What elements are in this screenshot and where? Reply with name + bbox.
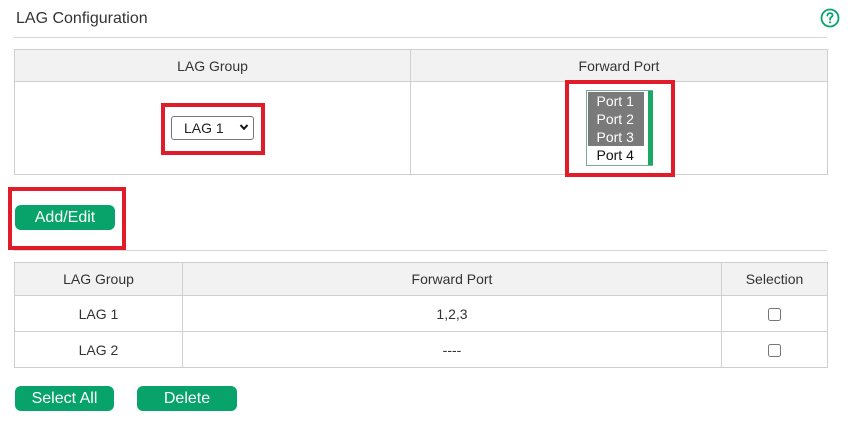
row-select-checkbox[interactable] (768, 344, 781, 358)
row-selection-cell (721, 295, 828, 332)
title-divider (14, 37, 827, 38)
config-header-forward-port: Forward Port (410, 49, 828, 82)
row-lag-group: LAG 2 (14, 331, 183, 368)
highlight-add-edit (8, 187, 126, 250)
lag-config-table: LAG Group Forward Port LAG 1 Port 1 Port … (14, 49, 828, 175)
highlight-port-list (565, 80, 675, 177)
list-header-lag-group: LAG Group (14, 262, 183, 296)
config-header-lag-group: LAG Group (14, 49, 411, 82)
list-header-forward-port: Forward Port (182, 262, 722, 296)
highlight-lag-select (161, 103, 265, 155)
row-forward-port: ---- (182, 331, 722, 368)
lag-list-table: LAG Group Forward Port Selection LAG 1 1… (14, 262, 828, 368)
row-forward-port: 1,2,3 (182, 295, 722, 332)
table-row: LAG 2 ---- (14, 331, 828, 368)
select-all-button[interactable]: Select All (15, 386, 114, 411)
page-title: LAG Configuration (16, 10, 148, 27)
row-selection-cell (721, 331, 828, 368)
section-divider (14, 250, 827, 251)
question-circle-icon[interactable] (820, 8, 840, 28)
row-lag-group: LAG 1 (14, 295, 183, 332)
list-header-selection: Selection (721, 262, 828, 296)
row-select-checkbox[interactable] (768, 308, 781, 322)
table-row: LAG 1 1,2,3 (14, 295, 828, 332)
delete-button[interactable]: Delete (137, 386, 237, 411)
